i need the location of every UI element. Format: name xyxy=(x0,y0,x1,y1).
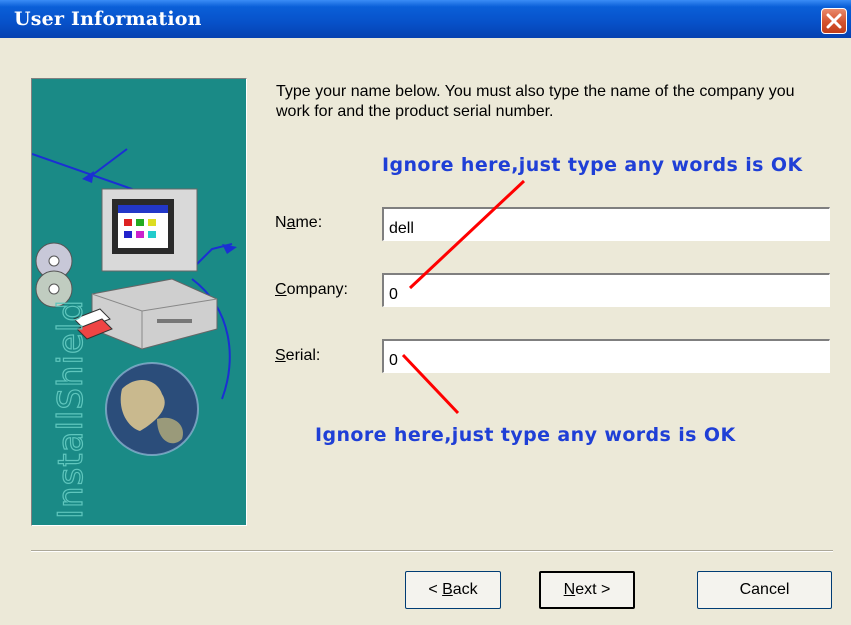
name-input[interactable] xyxy=(382,207,830,241)
serial-label-part: erial: xyxy=(285,347,321,364)
company-label: Company: xyxy=(275,281,348,299)
annotation-top: Ignore here,just type any words is OK xyxy=(382,154,803,176)
next-button-mnemonic: N xyxy=(563,581,576,598)
cancel-button[interactable]: Cancel xyxy=(697,571,832,609)
next-button[interactable]: Next > xyxy=(539,571,635,609)
company-label-mnemonic: C xyxy=(275,281,287,298)
close-button[interactable] xyxy=(821,8,847,34)
serial-label: Serial: xyxy=(275,347,320,365)
window-title: User Information xyxy=(14,8,202,30)
name-label-part: N xyxy=(275,214,287,231)
installshield-graphic-panel: InstallShield xyxy=(31,78,247,526)
company-label-part: ompany: xyxy=(286,281,348,298)
back-button-part: ack xyxy=(452,581,478,598)
instruction-text: Type your name below. You must also type… xyxy=(276,83,795,120)
back-button-mnemonic: B xyxy=(442,581,453,598)
title-bar[interactable]: User Information xyxy=(0,0,851,38)
annotation-bottom: Ignore here,just type any words is OK xyxy=(315,424,736,446)
serial-input[interactable] xyxy=(382,339,830,373)
close-icon xyxy=(826,13,842,29)
name-label: Name: xyxy=(275,214,322,232)
installshield-logo: InstallShield xyxy=(32,148,237,520)
back-button[interactable]: < Back xyxy=(405,571,501,609)
company-input[interactable] xyxy=(382,273,830,307)
button-separator xyxy=(31,550,833,552)
next-button-part: ext > xyxy=(575,581,611,598)
serial-label-mnemonic: S xyxy=(275,347,286,364)
name-label-part: me: xyxy=(295,214,323,231)
back-button-part: < xyxy=(428,581,443,598)
svg-text:InstallShield: InstallShield xyxy=(51,299,91,519)
